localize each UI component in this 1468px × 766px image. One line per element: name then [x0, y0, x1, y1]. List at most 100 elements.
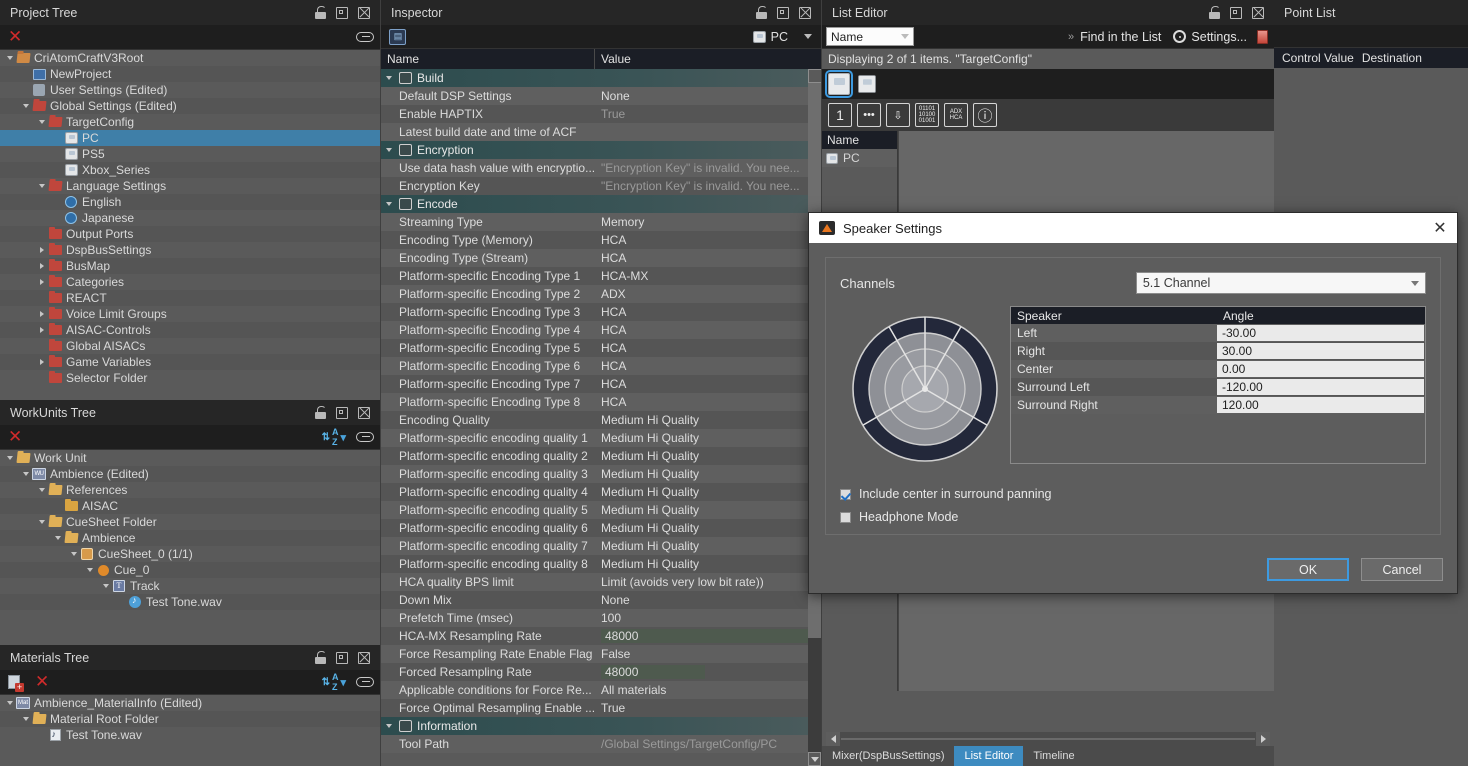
tree-item-ambience-edited[interactable]: WU Ambience (Edited)	[0, 466, 380, 482]
trash-icon[interactable]	[1257, 29, 1268, 44]
target-chip-selected[interactable]	[825, 70, 853, 98]
inspector-property-value[interactable]: True	[595, 107, 808, 121]
target-chip[interactable]	[858, 75, 876, 93]
speaker-table-rows[interactable]: Left -30.00 Right 30.00 Center 0.00 Surround L…	[1011, 324, 1425, 414]
bottom-tabbar[interactable]: Mixer(DspBusSettings) List Editor Timeline	[822, 746, 1274, 766]
twisty-open-icon[interactable]	[383, 202, 394, 206]
inspector-property-value[interactable]: Medium Hi Quality	[595, 521, 808, 535]
tool-button-comment-icon[interactable]: •••	[857, 103, 881, 127]
tree-item-react[interactable]: REACT	[0, 290, 380, 306]
tool-button-adx-hca-icon[interactable]: ADX HCA	[944, 103, 968, 127]
tool-button-binary-icon[interactable]: 01101 10100 01001	[915, 103, 939, 127]
tree-item-output-ports[interactable]: Output Ports	[0, 226, 380, 242]
inspector-property-value[interactable]: None	[595, 89, 808, 103]
tree-item-targetconfig[interactable]: TargetConfig	[0, 114, 380, 130]
tree-item-ps5[interactable]: PS5	[0, 146, 380, 162]
inspector-row-platform-specific-encoding-quality-2[interactable]: Platform-specific encoding quality 2 Medi…	[381, 447, 808, 465]
twisty-open-icon[interactable]	[36, 488, 47, 492]
twisty-open-icon[interactable]	[36, 120, 47, 124]
target-chips-bar[interactable]	[822, 69, 1274, 99]
twisty-closed-icon[interactable]	[36, 247, 47, 253]
tree-item-cuesheet-folder[interactable]: CueSheet Folder	[0, 514, 380, 530]
close-icon[interactable]	[1252, 6, 1264, 19]
speaker-angle-input[interactable]: -120.00	[1217, 379, 1424, 395]
inspector-row-force-optimal-resampling-enable[interactable]: Force Optimal Resampling Enable ... True	[381, 699, 808, 717]
channels-select[interactable]: 5.1 Channel	[1135, 272, 1426, 294]
inspector-row-default-dsp-settings[interactable]: Default DSP Settings None	[381, 87, 808, 105]
inspector-property-value[interactable]: Medium Hi Quality	[595, 557, 808, 571]
twisty-closed-icon[interactable]	[36, 327, 47, 333]
tree-item-user-settings-edited[interactable]: User Settings (Edited)	[0, 82, 380, 98]
tree-item-aisac-controls[interactable]: AISAC-Controls	[0, 322, 380, 338]
tree-item-english[interactable]: English	[0, 194, 380, 210]
find-in-list-button[interactable]: Find in the List	[1080, 30, 1161, 44]
tree-item-cuesheet-0-1-1[interactable]: CueSheet_0 (1/1)	[0, 546, 380, 562]
inspector-row-platform-specific-encoding-type-1[interactable]: Platform-specific Encoding Type 1 HCA-MX	[381, 267, 808, 285]
tree-item-track[interactable]: T Track	[0, 578, 380, 594]
inspector-row-platform-specific-encoding-type-4[interactable]: Platform-specific Encoding Type 4 HCA	[381, 321, 808, 339]
tree-item-aisac[interactable]: AISAC	[0, 498, 380, 514]
speaker-angle-input[interactable]: -30.00	[1217, 325, 1424, 341]
materials-tree-list[interactable]: Mat Ambience_MaterialInfo (Edited) Materia…	[0, 695, 380, 743]
speaker-row-surround-right[interactable]: Surround Right 120.00	[1011, 396, 1425, 414]
float-icon[interactable]	[336, 651, 348, 664]
tree-item-voice-limit-groups[interactable]: Voice Limit Groups	[0, 306, 380, 322]
speaker-row-right[interactable]: Right 30.00	[1011, 342, 1425, 360]
inspector-property-value[interactable]: False	[595, 647, 808, 661]
tree-item-cue-0[interactable]: Cue_0	[0, 562, 380, 578]
inspector-row-encoding-quality[interactable]: Encoding Quality Medium Hi Quality	[381, 411, 808, 429]
tree-item-pc[interactable]: PC	[0, 130, 380, 146]
float-icon[interactable]	[336, 406, 348, 419]
tool-button-info-icon[interactable]: ⓘ	[973, 103, 997, 127]
close-icon[interactable]	[799, 6, 811, 19]
tab-mixer-dspbussettings[interactable]: Mixer(DspBusSettings)	[822, 746, 954, 766]
tree-item-criatomcraftv3root[interactable]: CriAtomCraftV3Root	[0, 50, 380, 66]
float-icon[interactable]	[777, 6, 789, 19]
inspector-row-forced-resampling-rate[interactable]: Forced Resampling Rate 48000	[381, 663, 808, 681]
inspector-property-value[interactable]: HCA	[595, 341, 808, 355]
inspector-group-encode[interactable]: Encode	[381, 195, 808, 213]
twisty-open-icon[interactable]	[52, 536, 63, 540]
inspector-row-platform-specific-encoding-quality-5[interactable]: Platform-specific encoding quality 5 Medi…	[381, 501, 808, 519]
tab-list-editor[interactable]: List Editor	[954, 746, 1024, 766]
sort-icon[interactable]: ⇅ A Z ▾	[322, 427, 346, 447]
inspector-row-force-resampling-rate-enable-flag[interactable]: Force Resampling Rate Enable Flag False	[381, 645, 808, 663]
inspector-row-platform-specific-encoding-quality-4[interactable]: Platform-specific encoding quality 4 Medi…	[381, 483, 808, 501]
inspector-property-value[interactable]: ADX	[595, 287, 808, 301]
tree-item-ambience-materialinfo-edited[interactable]: Mat Ambience_MaterialInfo (Edited)	[0, 695, 380, 711]
inspector-row-platform-specific-encoding-type-3[interactable]: Platform-specific Encoding Type 3 HCA	[381, 303, 808, 321]
twisty-closed-icon[interactable]	[36, 279, 47, 285]
checkbox-box[interactable]	[840, 511, 851, 523]
inspector-row-platform-specific-encoding-type-5[interactable]: Platform-specific Encoding Type 5 HCA	[381, 339, 808, 357]
list-editor-hscrollbar[interactable]	[826, 732, 1270, 746]
lock-icon[interactable]	[315, 406, 326, 419]
new-material-icon[interactable]	[8, 675, 24, 692]
speaker-row-left[interactable]: Left -30.00	[1011, 324, 1425, 342]
inspector-row-platform-specific-encoding-type-7[interactable]: Platform-specific Encoding Type 7 HCA	[381, 375, 808, 393]
tree-item-xbox-series[interactable]: Xbox_Series	[0, 162, 380, 178]
tree-item-test-tone-wav[interactable]: Test Tone.wav	[0, 594, 380, 610]
inspector-property-value[interactable]: None	[595, 593, 808, 607]
inspector-value-box[interactable]: 48000	[601, 665, 705, 679]
twisty-open-icon[interactable]	[4, 701, 15, 705]
inspector-property-value[interactable]: 48000	[595, 629, 808, 643]
inspector-row-hca-mx-resampling-rate[interactable]: HCA-MX Resampling Rate 48000	[381, 627, 808, 645]
tree-item-japanese[interactable]: Japanese	[0, 210, 380, 226]
lock-icon[interactable]	[315, 6, 326, 19]
inspector-property-value[interactable]: Medium Hi Quality	[595, 503, 808, 517]
link-icon[interactable]	[356, 677, 374, 687]
twisty-closed-icon[interactable]	[36, 359, 47, 365]
scroll-right-button[interactable]	[1256, 732, 1270, 746]
inspector-row-platform-specific-encoding-quality-1[interactable]: Platform-specific encoding quality 1 Medi…	[381, 429, 808, 447]
scroll-down-button[interactable]	[808, 752, 821, 766]
inspector-property-value[interactable]: HCA	[595, 305, 808, 319]
inspector-property-value[interactable]: HCA	[595, 233, 808, 247]
twisty-closed-icon[interactable]	[36, 311, 47, 317]
dialog-checkboxes[interactable]: Include center in surround panning Headph…	[840, 478, 1052, 524]
float-icon[interactable]	[1230, 6, 1242, 19]
tree-item-game-variables[interactable]: Game Variables	[0, 354, 380, 370]
ok-button[interactable]: OK	[1267, 558, 1349, 581]
speaker-angle-input[interactable]: 120.00	[1217, 397, 1424, 413]
close-icon[interactable]	[358, 651, 370, 664]
speaker-row-center[interactable]: Center 0.00	[1011, 360, 1425, 378]
